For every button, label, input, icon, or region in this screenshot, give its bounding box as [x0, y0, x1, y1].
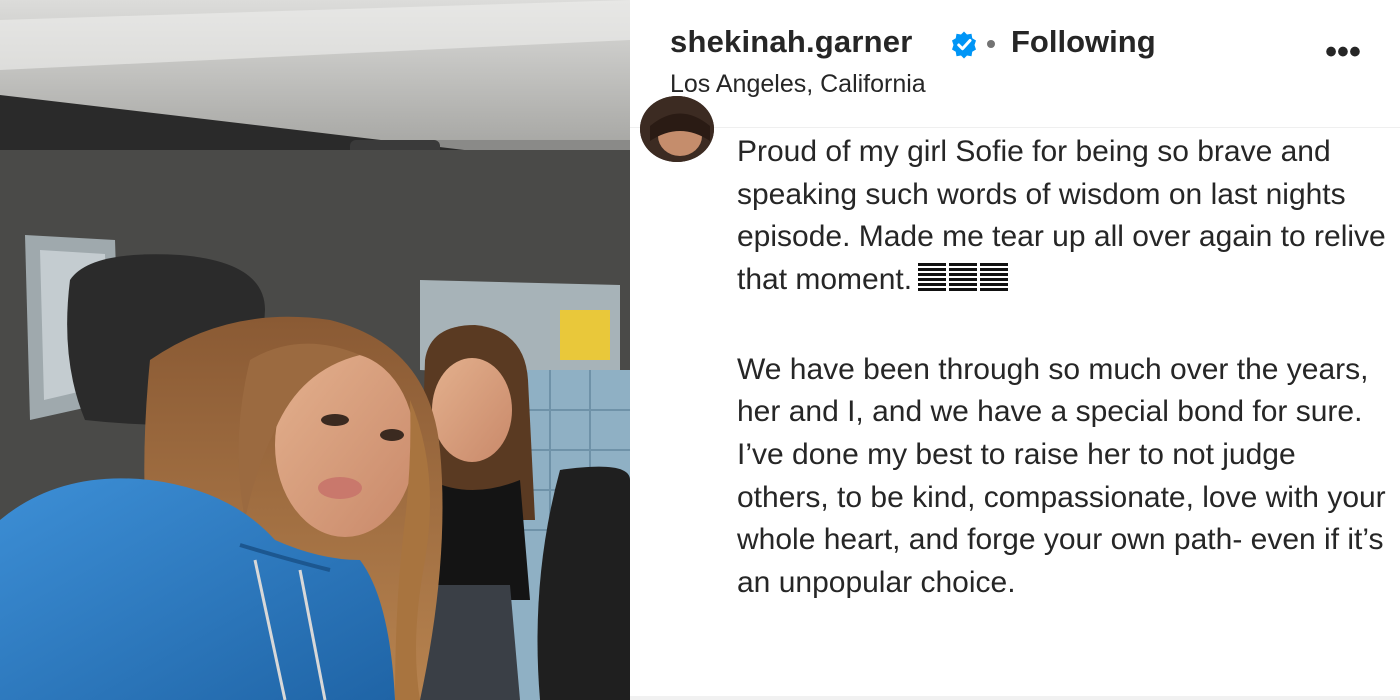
caption-paragraph: We have been through so much over the ye…: [737, 349, 1387, 605]
emoji-box-icon: [918, 263, 947, 294]
emoji-box-icon: [949, 263, 978, 294]
post-photo[interactable]: [0, 0, 630, 700]
emoji-placeholder-icons: [918, 263, 1011, 306]
avatar-image: [640, 96, 714, 162]
verified-badge-icon: [952, 31, 976, 59]
emoji-box-icon: [980, 263, 1009, 294]
car-selfie-illustration: [0, 0, 630, 700]
bottom-edge: [630, 696, 1400, 700]
caption-paragraph: Proud of my girl Sofie for being so brav…: [737, 131, 1387, 306]
location-link[interactable]: Los Angeles, California: [670, 70, 926, 99]
following-button[interactable]: Following: [1011, 24, 1156, 60]
separator-dot: [987, 40, 995, 48]
more-options-icon[interactable]: •••: [1320, 35, 1366, 82]
caption-text-2: We have been through so much over the ye…: [737, 352, 1386, 600]
caption-text-1: Proud of my girl Sofie for being so brav…: [737, 135, 1386, 297]
commenter-avatar[interactable]: [640, 96, 714, 162]
username-link[interactable]: shekinah.garner: [670, 24, 912, 60]
post-details-panel: shekinah.garner Following Los Angeles, C…: [630, 0, 1400, 700]
header-divider: [630, 127, 1400, 128]
post-header: shekinah.garner Following Los Angeles, C…: [630, 0, 1400, 128]
instagram-post-screenshot: shekinah.garner Following Los Angeles, C…: [0, 0, 1400, 700]
post-caption: Proud of my girl Sofie for being so brav…: [737, 131, 1387, 605]
